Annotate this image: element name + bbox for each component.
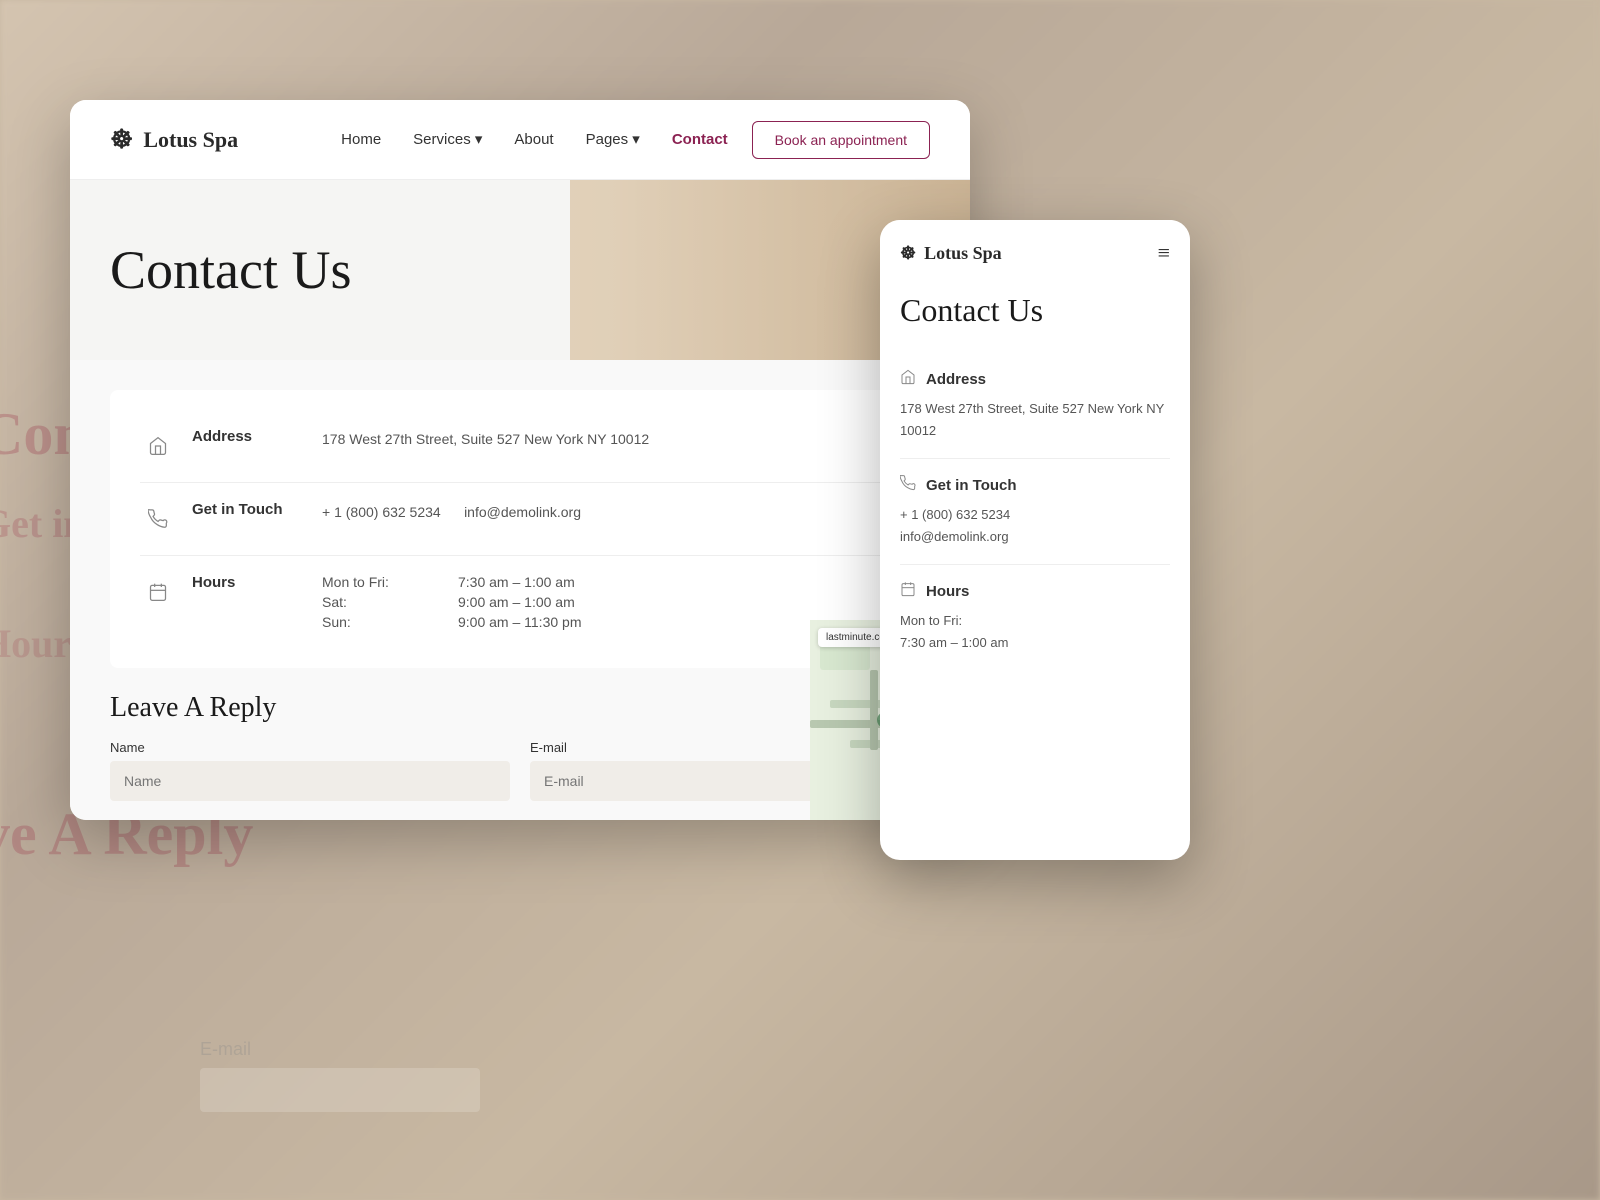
name-input[interactable] — [110, 761, 510, 801]
mobile-content: Address 178 West 27th Street, Suite 527 … — [880, 353, 1190, 860]
nav-item-services[interactable]: Services ▾ — [413, 130, 482, 149]
name-label: Name — [110, 740, 510, 755]
nav-item-contact[interactable]: Contact — [672, 131, 728, 149]
nav-logo[interactable]: ☸ Lotus Spa — [110, 125, 238, 155]
mobile-home-icon — [900, 369, 916, 390]
nav-logo-text: Lotus Spa — [143, 127, 238, 153]
mobile-clock-icon — [900, 581, 916, 602]
address-value: 178 West 27th Street, Suite 527 New York… — [322, 428, 649, 450]
mobile-address-row: Address 178 West 27th Street, Suite 527 … — [900, 353, 1170, 459]
lotus-icon: ☸ — [110, 125, 133, 155]
nav-link-pages[interactable]: Pages ▾ — [586, 131, 640, 148]
mobile-nav: ☸ Lotus Spa ≡ — [880, 220, 1190, 282]
get-in-touch-value: + 1 (800) 632 5234 info@demolink.org — [322, 501, 581, 523]
mobile-get-in-touch-row: Get in Touch + 1 (800) 632 5234 info@dem… — [900, 459, 1170, 565]
name-field-group: Name — [110, 740, 510, 801]
desktop-window: ☸ Lotus Spa Home Services ▾ About Pages … — [70, 100, 970, 820]
mobile-phone-icon — [900, 475, 916, 496]
hours-monfri-time: 7:30 am – 1:00 am — [458, 574, 581, 590]
mobile-hours-monfri: Mon to Fri: — [900, 610, 1170, 632]
address-label: Address — [192, 428, 322, 445]
mobile-hours-label: Hours — [926, 583, 969, 600]
nav-item-home[interactable]: Home — [341, 131, 381, 149]
mobile-get-in-touch-header: Get in Touch — [900, 475, 1170, 496]
nav-link-contact[interactable]: Contact — [672, 131, 728, 148]
book-appointment-button[interactable]: Book an appointment — [752, 121, 930, 159]
leave-reply-title: Leave A Reply — [110, 692, 930, 724]
mobile-hours-row: Hours Mon to Fri: 7:30 am – 1:00 am — [900, 565, 1170, 670]
hours-label: Hours — [192, 574, 322, 591]
hours-grid: Mon to Fri: 7:30 am – 1:00 am Sat: 9:00 … — [322, 574, 581, 630]
nav-link-about[interactable]: About — [514, 131, 553, 148]
nav-item-pages[interactable]: Pages ▾ — [586, 130, 640, 149]
nav-link-home[interactable]: Home — [341, 131, 381, 148]
nav-bar: ☸ Lotus Spa Home Services ▾ About Pages … — [70, 100, 970, 180]
phone-value: + 1 (800) 632 5234 — [322, 504, 441, 520]
clock-icon — [140, 574, 176, 610]
mobile-lotus-icon: ☸ — [900, 243, 916, 264]
contact-info-section: Address 178 West 27th Street, Suite 527 … — [110, 390, 930, 668]
hours-sun-label: Sun: — [322, 614, 442, 630]
nav-item-about[interactable]: About — [514, 131, 553, 149]
mobile-address-label: Address — [926, 371, 986, 388]
hours-sat-label: Sat: — [322, 594, 442, 610]
hero-title: Contact Us — [110, 239, 351, 301]
get-in-touch-label: Get in Touch — [192, 501, 322, 518]
mobile-get-in-touch-label: Get in Touch — [926, 477, 1017, 494]
mobile-hero: Contact Us — [880, 282, 1190, 353]
mobile-address-header: Address — [900, 369, 1170, 390]
mobile-window: ☸ Lotus Spa ≡ Contact Us Address 178 Wes… — [880, 220, 1190, 860]
hours-sat-time: 9:00 am – 1:00 am — [458, 594, 581, 610]
nav-links: Home Services ▾ About Pages ▾ Contact — [341, 130, 728, 149]
mobile-phone-value: + 1 (800) 632 5234 — [900, 504, 1170, 526]
nav-link-services[interactable]: Services ▾ — [413, 131, 482, 148]
email-value: info@demolink.org — [464, 504, 581, 520]
mobile-logo[interactable]: ☸ Lotus Spa — [900, 243, 1002, 264]
hours-row: Hours Mon to Fri: 7:30 am – 1:00 am Sat:… — [140, 556, 900, 648]
mobile-address-value: 178 West 27th Street, Suite 527 New York… — [900, 398, 1170, 442]
hours-sun-time: 9:00 am – 11:30 pm — [458, 614, 581, 630]
mobile-email-value: info@demolink.org — [900, 526, 1170, 548]
mobile-hours-monfri-time: 7:30 am – 1:00 am — [900, 632, 1170, 654]
hero-section: Contact Us — [70, 180, 970, 360]
leave-reply-section: Leave A Reply Name E-mail — [110, 692, 930, 801]
form-row: Name E-mail — [110, 740, 930, 801]
hours-monfri-label: Mon to Fri: — [322, 574, 442, 590]
home-icon — [140, 428, 176, 464]
phone-icon — [140, 501, 176, 537]
bg-ghost-form: E-mail — [200, 1039, 480, 1120]
get-in-touch-row: Get in Touch + 1 (800) 632 5234 info@dem… — [140, 483, 900, 556]
mobile-hero-title: Contact Us — [900, 292, 1170, 329]
hamburger-menu-icon[interactable]: ≡ — [1158, 240, 1170, 266]
mobile-logo-text: Lotus Spa — [924, 243, 1002, 264]
mobile-hours-header: Hours — [900, 581, 1170, 602]
address-row: Address 178 West 27th Street, Suite 527 … — [140, 410, 900, 483]
